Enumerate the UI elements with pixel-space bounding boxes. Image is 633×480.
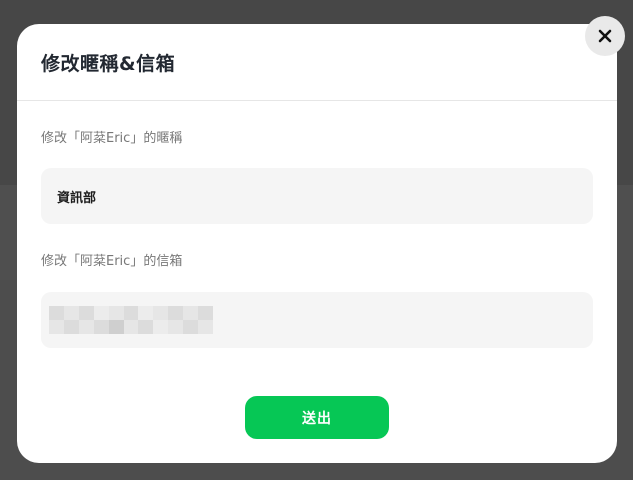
nickname-label: 修改「阿棻Eric」的暱稱 (41, 131, 183, 146)
nickname-value: 資訊部 (57, 191, 97, 206)
edit-profile-dialog: 修改暱稱&信箱 修改「阿棻Eric」的暱稱 資訊部 修改「阿棻Eric」的信箱 … (17, 24, 617, 463)
dialog-title: 修改暱稱&信箱 (41, 53, 176, 75)
email-label: 修改「阿棻Eric」的信箱 (41, 254, 183, 269)
close-icon (598, 29, 612, 43)
redacted-email-value (49, 306, 213, 334)
title-divider (17, 100, 617, 101)
submit-button[interactable]: 送出 (245, 396, 389, 439)
nickname-field[interactable]: 資訊部 (41, 168, 593, 224)
close-button[interactable] (585, 16, 625, 56)
email-field[interactable] (41, 292, 593, 348)
